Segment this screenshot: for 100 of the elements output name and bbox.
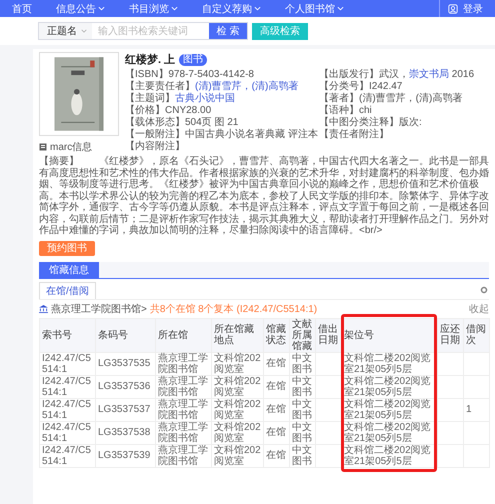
table-cell: 文科馆202阅览室 — [212, 444, 264, 467]
table-cell — [438, 398, 464, 421]
column-header: 条码号 — [96, 318, 156, 352]
table-cell: 在馆 — [264, 398, 290, 421]
table-cell: I242.47/C5514:1 — [40, 398, 96, 421]
field-label: 【载体形态】 — [125, 117, 185, 128]
field-link[interactable]: 古典小说中国 — [175, 93, 235, 104]
book-title: 红楼梦. 上 — [125, 52, 176, 67]
table-cell: 在馆 — [264, 352, 290, 375]
table-cell: 中文图书 — [290, 421, 316, 444]
table-cell: LG3537538 — [96, 421, 156, 444]
field-select[interactable]: 正题名 — [39, 23, 92, 39]
column-header: 文献所属馆藏 — [290, 318, 316, 352]
field-label: 【分类号】 — [319, 81, 369, 92]
table-cell: 文科馆202阅览室 — [212, 421, 264, 444]
field-value: chi — [359, 105, 372, 116]
column-header: 借阅次 — [464, 318, 490, 352]
field-value: 978-7-5403-4142-8 — [168, 69, 254, 80]
table-cell: 中文图书 — [290, 375, 316, 398]
nav-item[interactable]: 信息公告 — [56, 2, 105, 16]
table-cell: I242.47/C5514:1 — [40, 444, 96, 467]
column-header: 所在馆藏地点 — [212, 318, 264, 352]
table-cell: 燕京理工学院图书馆 — [156, 444, 212, 467]
table-cell: LG3537537 — [96, 398, 156, 421]
search-field[interactable]: 正题名 输入图书检索关键词 检 索 — [38, 22, 248, 40]
field-label: 【主题词】 — [125, 93, 175, 104]
column-header: 应还日期 — [438, 318, 464, 352]
field-label: 【出版发行】 — [319, 69, 379, 80]
field-label: 【ISBN】 — [125, 69, 168, 80]
table-cell: LG3537539 — [96, 444, 156, 467]
table-cell — [438, 421, 464, 444]
table-cell — [438, 375, 464, 398]
table-cell: 中文图书 — [290, 352, 316, 375]
table-cell — [438, 352, 464, 375]
field-label: 【价格】 — [125, 105, 165, 116]
table-cell: 文科馆202阅览室 — [212, 352, 264, 375]
field-value: 武汉， — [379, 69, 409, 80]
field-label: 【责任者附注】 — [319, 129, 389, 140]
marc-link[interactable]: marc信息 — [50, 140, 92, 154]
field-value: (清)曹雪芹，(清)高鹗著 — [359, 93, 462, 104]
field-value: 2016 — [450, 69, 474, 80]
table-cell: 文科馆202阅览室 — [212, 375, 264, 398]
table-cell: I242.47/C5514:1 — [40, 421, 96, 444]
field-link[interactable]: 崇文书局 — [409, 69, 449, 80]
column-header: 馆藏状态 — [264, 318, 290, 352]
abstract-text: 【摘要】 《红楼梦》，原名《石头记》，曹雪芹、高鹗著，中国古代四大名著之一。此书是一部具有高度思想性和艺术性的伟大作品。作者根据家族的兴衰的艺术升华，对封建腐朽的科举制度、包办婚姻、等级制度等进行思考。《红楼梦》被评为中国古典章回小说的巅峰之作，思想价值和艺术价值极高。本书以学术界公认的较为完善的程乙本为底本，参校了人民文学版的排印本。除繁体字、异体字改简体字外，通假字、古今字等仍遵从原貌。本书是评点注释本，评点文字置于每回之前，一是概述各回内容，勾联前后情节；二是评析作家写作技法，揭示其典雅大义，帮助读者打开理解作品之门。另外对作品中难懂的字词，典故加以简明的注释，尽量扫除阅读中的语言障碍。<br/> — [39, 156, 489, 236]
holdings-summary: 共8个在馆 8个复本 (I242.47/C5514:1) — [150, 302, 318, 316]
search-button[interactable]: 检 索 — [209, 23, 247, 39]
table-cell: 1 — [464, 398, 490, 421]
nav-item[interactable]: 书目浏览 — [129, 2, 178, 16]
field-label: 【中图分类注释】 — [319, 117, 399, 128]
nav-item[interactable]: 首页 — [12, 2, 32, 16]
field-label: 【一般附注】 — [125, 129, 185, 140]
table-cell — [438, 444, 464, 467]
chevron-down-icon — [81, 29, 87, 33]
login-link[interactable]: 登录 — [463, 2, 483, 16]
table-cell: LG3537536 — [96, 375, 156, 398]
table-cell: 燕京理工学院图书馆 — [156, 352, 212, 375]
table-cell: 燕京理工学院图书馆 — [156, 421, 212, 444]
table-cell: 燕京理工学院图书馆 — [156, 375, 212, 398]
column-header: 借出日期 — [316, 318, 342, 352]
table-cell: I242.47/C5514:1 — [40, 375, 96, 398]
library-name: 燕京理工学院图书馆> — [51, 302, 147, 316]
reserve-button[interactable]: 预约图书 — [39, 240, 95, 256]
document-icon — [39, 143, 47, 151]
field-link[interactable]: (清)曹雪芹，(清)高鹗著 — [195, 81, 298, 92]
field-label: 【语种】 — [319, 105, 359, 116]
field-value: CNY28.00 — [165, 105, 212, 116]
field-label: 【内容附注】 — [125, 141, 185, 152]
settings-icon[interactable] — [479, 285, 489, 295]
field-value: I242.47 — [369, 81, 402, 92]
table-cell: 文科馆二楼202阅览室21架05列5层 — [342, 421, 438, 444]
field-value: 504页 图 21 — [185, 117, 238, 128]
table-cell: 在馆 — [264, 444, 290, 467]
type-badge: 图书 — [179, 54, 208, 66]
nav-item[interactable]: 自定义荐购 — [202, 2, 261, 16]
table-cell: I242.47/C5514:1 — [40, 352, 96, 375]
subtab[interactable]: 在馆/借阅 — [39, 282, 96, 298]
field-value: 版次: — [399, 117, 422, 128]
table-cell: 中文图书 — [290, 398, 316, 421]
table-cell: 在馆 — [264, 421, 290, 444]
column-header: 架位号 — [342, 318, 438, 352]
table-cell: 中文图书 — [290, 444, 316, 467]
field-value: 中国古典小说名著典藏 评注本 — [185, 129, 318, 140]
field-label: 【著者】 — [319, 93, 359, 104]
column-header: 索书号 — [40, 318, 96, 352]
field-label: 【主要责任者】 — [125, 81, 195, 92]
table-cell: 文科馆二楼202阅览室21架05列5层 — [342, 444, 438, 467]
table-cell: 文科馆二楼202阅览室21架05列5层 — [342, 375, 438, 398]
table-cell: 在馆 — [264, 375, 290, 398]
collapse-link[interactable]: 收起 — [469, 302, 489, 316]
table-cell: 文科馆二楼202阅览室21架05列5层 — [342, 398, 438, 421]
tab[interactable]: 馆藏信息 — [39, 262, 99, 278]
table-cell: LG3537535 — [96, 352, 156, 375]
building-icon — [39, 304, 48, 312]
column-header: 所在馆 — [156, 318, 212, 352]
table-cell: 燕京理工学院图书馆 — [156, 398, 212, 421]
table-cell: 文科馆202阅览室 — [212, 398, 264, 421]
nav-item[interactable]: 个人图书馆 — [285, 2, 344, 16]
user-icon[interactable] — [448, 4, 458, 14]
